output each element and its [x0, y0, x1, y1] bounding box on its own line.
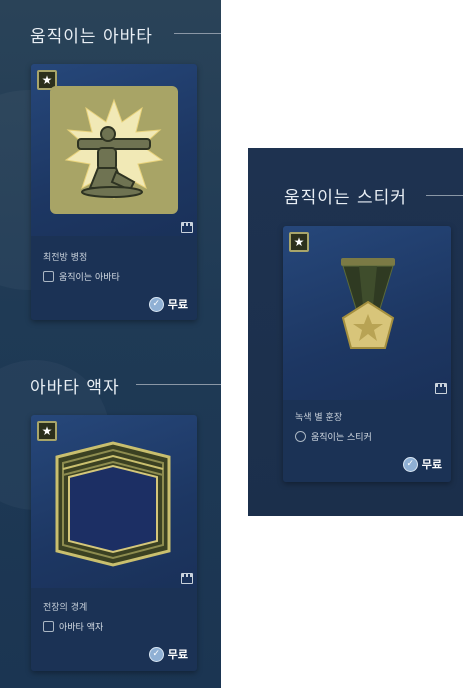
film-icon	[181, 573, 193, 584]
item-type-label: 움직이는 아바타	[59, 273, 120, 283]
film-icon	[435, 383, 447, 394]
check-circle-icon: ✓	[148, 646, 164, 662]
military-frame-icon	[51, 439, 175, 569]
soldier-bazooka-icon	[50, 86, 178, 214]
item-art: ★	[31, 64, 197, 236]
left-panel: 움직이는 아바타 ★ 최전방 병정 움직이는 아바타 ✓ 무료 아바타 액자 ★…	[0, 0, 221, 688]
item-name: 최전방 병정	[43, 253, 88, 263]
star-badge-icon: ★	[289, 232, 309, 252]
right-panel: 움직이는 스티커 ★ 녹색 별 훈장 움직이는 스티커 ✓ 무료	[248, 148, 463, 516]
item-type: 아바타 액자	[43, 620, 103, 633]
item-type-label: 아바타 액자	[59, 623, 104, 633]
avatar-icon	[43, 271, 54, 282]
section-divider	[426, 195, 463, 196]
item-type-label: 움직이는 스티커	[311, 433, 372, 443]
price-button[interactable]: ✓ 무료	[148, 646, 188, 662]
price-button[interactable]: ✓ 무료	[402, 456, 442, 472]
item-card-avatar-frame[interactable]: ★ 전장의 경계 아바타 액자 ✓ 무료	[31, 415, 197, 671]
price-label: 무료	[421, 458, 442, 471]
section-divider	[174, 33, 221, 34]
item-type: 움직이는 스티커	[295, 430, 372, 443]
item-type: 움직이는 아바타	[43, 270, 120, 283]
check-circle-icon: ✓	[402, 456, 418, 472]
item-info: 최전방 병정 움직이는 아바타 ✓ 무료	[31, 236, 197, 320]
section-title-avatar-frame: 아바타 액자	[30, 378, 120, 398]
film-icon	[181, 222, 193, 233]
item-art: ★	[283, 226, 451, 400]
item-art: ★	[31, 415, 197, 588]
price-label: 무료	[167, 298, 188, 311]
item-card-animated-sticker[interactable]: ★ 녹색 별 훈장 움직이는 스티커 ✓ 무료	[283, 226, 451, 482]
section-title-animated-avatar: 움직이는 아바타	[30, 27, 153, 47]
section-title-animated-sticker: 움직이는 스티커	[284, 188, 407, 208]
price-label: 무료	[167, 648, 188, 661]
sticker-icon	[295, 431, 306, 442]
price-button[interactable]: ✓ 무료	[148, 296, 188, 312]
frame-icon	[43, 621, 54, 632]
item-name: 전장의 경계	[43, 603, 88, 613]
item-info: 전장의 경계 아바타 액자 ✓ 무료	[31, 588, 197, 671]
check-circle-icon: ✓	[148, 296, 164, 312]
item-info: 녹색 별 훈장 움직이는 스티커 ✓ 무료	[283, 400, 451, 482]
section-divider	[136, 384, 221, 385]
star-badge-icon: ★	[37, 421, 57, 441]
item-name: 녹색 별 훈장	[295, 413, 343, 423]
item-card-animated-avatar[interactable]: ★ 최전방 병정 움직이는 아바타 ✓ 무료	[31, 64, 197, 320]
star-medal-icon	[323, 256, 413, 366]
